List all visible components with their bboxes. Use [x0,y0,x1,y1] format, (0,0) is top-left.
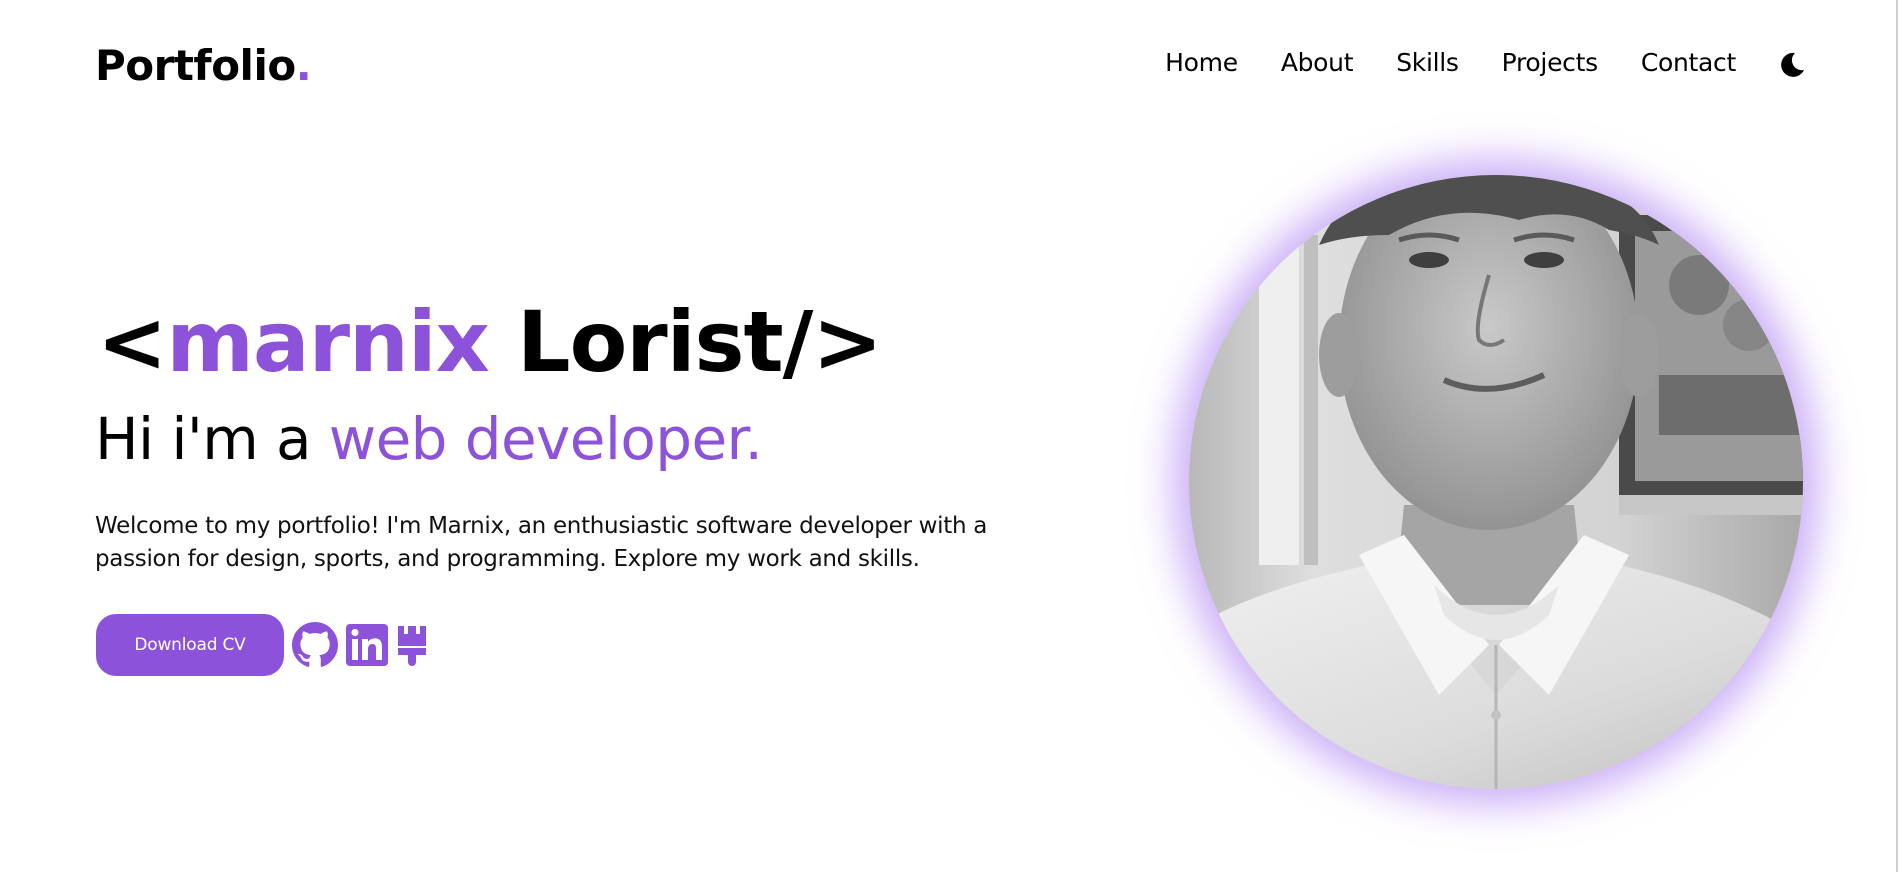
title-open: < [97,293,167,391]
site-header: Portfolio. Home About Skills Projects Co… [0,0,1896,140]
hero-subtitle: Hi i'm a web developer. [95,410,763,468]
nav-about[interactable]: About [1281,50,1354,75]
title-rest: Lorist/> [488,293,883,391]
hero-actions: Download CV [96,614,428,676]
linkedin-icon[interactable] [346,624,388,666]
github-icon[interactable] [292,622,338,668]
nav-home[interactable]: Home [1165,50,1238,75]
logo-text: Portfolio [95,41,296,90]
subtitle-prefix: Hi i'm a [95,405,329,473]
logo[interactable]: Portfolio. [95,41,312,91]
profile-photo [1189,175,1803,789]
logo-dot: . [295,41,312,90]
download-cv-button[interactable]: Download CV [96,614,284,676]
hero-description: Welcome to my portfolio! I'm Marnix, an … [95,513,988,572]
nav-skills[interactable]: Skills [1396,50,1459,75]
paintbrush-icon[interactable] [396,624,428,666]
page: Portfolio. Home About Skills Projects Co… [0,0,1899,872]
title-first-name: marnix [166,293,489,391]
scrollbar-edge [1896,0,1898,872]
hero-title: <marnix Lorist/> [97,300,883,384]
subtitle-highlight: web developer. [328,405,763,473]
moon-icon[interactable] [1778,51,1806,79]
nav-projects[interactable]: Projects [1502,50,1598,75]
nav-contact[interactable]: Contact [1641,50,1736,75]
main-nav: Home About Skills Projects Contact [1122,50,1736,75]
